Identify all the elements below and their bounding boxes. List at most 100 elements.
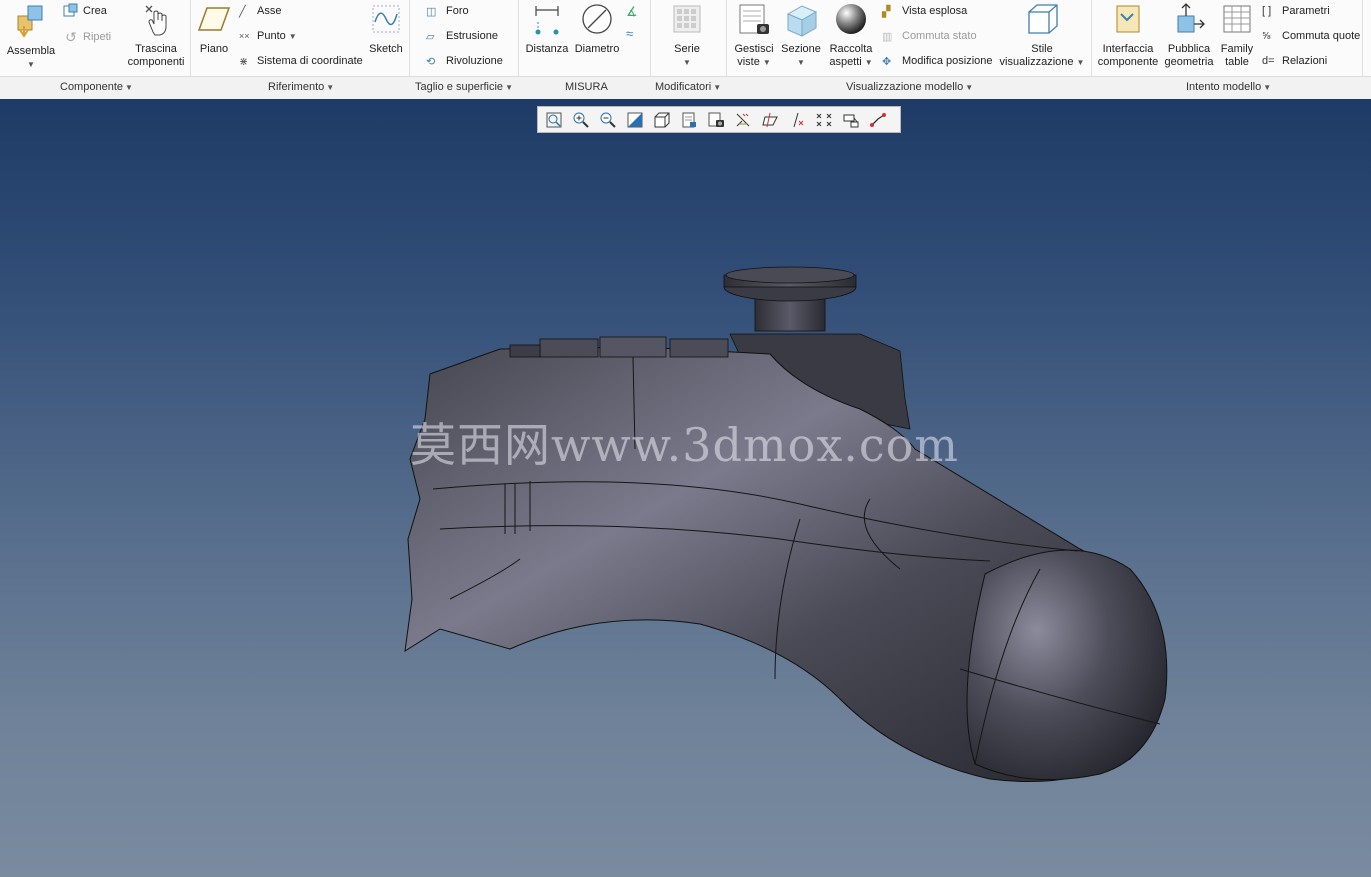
gestisci-label-2: viste (737, 56, 760, 68)
chevron-down-icon: ▼ (762, 58, 771, 67)
piano-label: Piano (199, 43, 229, 55)
commuta-stato-button[interactable]: ▥ Commuta stato (882, 27, 977, 45)
curve-measure-icon[interactable]: ≈ (626, 26, 633, 41)
crea-label: Crea (83, 5, 107, 17)
stile-label-1: Stile (1031, 43, 1053, 55)
estrusione-button[interactable]: ▱ Estrusione (426, 27, 498, 45)
group-riferimento[interactable]: Riferimento ▼ (268, 81, 334, 93)
group-componente[interactable]: Componente ▼ (60, 81, 133, 93)
crea-button[interactable]: Crea (63, 2, 107, 20)
relazioni-label: Relazioni (1282, 55, 1328, 67)
distanza-label: Distanza (525, 43, 569, 55)
pattern-icon (673, 5, 701, 33)
family-label-1: Family (1220, 43, 1254, 55)
interfaccia-componente-button[interactable]: Interfaccia componente (1097, 2, 1159, 69)
ribbon: Assembla ▼ Crea ↺ Ripeti Trascina compon… (0, 0, 1371, 98)
view-manager-icon (739, 4, 769, 34)
relazioni-button[interactable]: d= Relazioni (1262, 52, 1327, 70)
chevron-down-icon: ▼ (27, 60, 35, 69)
distance-icon (535, 6, 559, 35)
group-visualizzazione-label: Visualizzazione modello (846, 81, 964, 93)
parametri-label: Parametri (1282, 5, 1330, 17)
diameter-icon (582, 4, 612, 34)
controller-3d-model[interactable] (0, 99, 1371, 877)
thumbstick (723, 266, 857, 332)
gestisci-viste-button[interactable]: Gestisci viste ▼ (731, 2, 777, 69)
punto-label: Punto (257, 30, 286, 42)
sezione-button[interactable]: Sezione ▼ (779, 2, 823, 69)
extrude-icon: ▱ (426, 30, 435, 43)
vista-esplosa-label: Vista esplosa (902, 5, 968, 17)
ripeti-label: Ripeti (83, 31, 112, 43)
group-intento-label: Intento modello (1186, 81, 1262, 93)
foro-button[interactable]: ◫ Foro (426, 2, 469, 20)
chevron-down-icon: ▼ (505, 83, 513, 92)
top-buttons (509, 336, 729, 358)
raccolta-label-1: Raccolta (829, 43, 873, 55)
stile-visualizzazione-button[interactable]: Stile visualizzazione ▼ (998, 2, 1086, 69)
pubblica-geometria-button[interactable]: Pubblica geometria (1163, 2, 1215, 69)
assembla-button[interactable]: Assembla ▼ (6, 2, 56, 71)
group-modificatori[interactable]: Modificatori ▼ (655, 81, 721, 93)
distanza-button[interactable]: Distanza (524, 2, 570, 56)
trascina-componenti-button[interactable]: Trascina componenti (124, 2, 188, 69)
sketch-icon (372, 5, 400, 33)
group-visualizzazione[interactable]: Visualizzazione modello ▼ (846, 81, 973, 93)
revolve-icon: ⟲ (426, 55, 436, 68)
watermark-text: 莫西网www.3dmox.com (410, 418, 959, 472)
piano-button[interactable]: Piano (195, 2, 233, 56)
sketch-button[interactable]: Sketch (366, 2, 406, 56)
sistema-label: Sistema di coordinate (257, 55, 363, 67)
group-taglio[interactable]: Taglio e superficie ▼ (415, 81, 513, 93)
chevron-down-icon: ▼ (1076, 58, 1085, 67)
chevron-down-icon: ▼ (797, 58, 805, 67)
chevron-down-icon: ▼ (1263, 83, 1272, 92)
gestisci-label-1: Gestisci (734, 43, 774, 55)
chevron-down-icon: ▼ (965, 83, 974, 92)
serie-button[interactable]: Serie ▼ (666, 2, 708, 69)
diametro-button[interactable]: Diametro (574, 2, 620, 56)
csys-icon: ⋇ (239, 55, 249, 68)
interfaccia-label-2: componente (1097, 56, 1159, 68)
punto-button[interactable]: ×× Punto ▼ (239, 27, 297, 45)
toggle-state-icon: ▥ (882, 30, 893, 43)
family-label-2: table (1225, 56, 1249, 68)
switch-dimensions-icon: ⅝ (1262, 30, 1271, 42)
parametri-button[interactable]: [ ] Parametri (1262, 2, 1330, 20)
group-misura[interactable]: MISURA (565, 81, 608, 93)
graphics-viewport[interactable]: 莫西网www.3dmox.com (0, 99, 1371, 877)
exploded-view-icon: ▞ (882, 5, 891, 18)
commuta-stato-label: Commuta stato (902, 30, 977, 42)
chevron-down-icon: ▼ (713, 83, 722, 92)
raccolta-aspetti-button[interactable]: Raccolta aspetti ▼ (826, 2, 876, 69)
ribbon-group-bar: Componente ▼ Riferimento ▼ Taglio e superf… (0, 76, 1371, 100)
family-table-button[interactable]: Family table (1218, 2, 1256, 69)
axis-icon: ╱ (239, 5, 246, 18)
angle-measure-icon[interactable]: ∡ (626, 4, 638, 20)
trascina-label-2: componenti (127, 56, 185, 68)
pubblica-label-1: Pubblica (1167, 43, 1211, 55)
chevron-down-icon: ▼ (125, 83, 133, 92)
display-style-icon (1028, 4, 1058, 34)
rivoluzione-label: Rivoluzione (446, 55, 503, 67)
asse-label: Asse (257, 5, 282, 17)
drag-hand-icon (145, 5, 167, 36)
commuta-quote-button[interactable]: ⅝ Commuta quote (1262, 27, 1360, 45)
assemble-icon (17, 5, 43, 38)
sezione-label: Sezione (781, 43, 821, 55)
publish-geometry-icon (1177, 3, 1205, 33)
chevron-down-icon: ▼ (326, 83, 335, 92)
trascina-label-1: Trascina (135, 43, 177, 55)
group-intento[interactable]: Intento modello ▼ (1186, 81, 1271, 93)
modifica-posizione-button[interactable]: ✥ Modifica posizione (882, 52, 993, 70)
appearance-sphere-icon (836, 4, 866, 34)
group-misura-label: MISURA (565, 81, 608, 93)
rivoluzione-button[interactable]: ⟲ Rivoluzione (426, 52, 503, 70)
vista-esplosa-button[interactable]: ▞ Vista esplosa (882, 2, 967, 20)
sistema-coordinate-button[interactable]: ⋇ Sistema di coordinate (239, 52, 363, 70)
ripeti-button[interactable]: ↺ Ripeti (63, 28, 111, 46)
raccolta-label-2: aspetti (829, 56, 862, 68)
repeat-icon: ↺ (65, 28, 77, 45)
asse-button[interactable]: ╱ Asse (239, 2, 281, 20)
parameters-icon: [ ] (1262, 5, 1272, 17)
